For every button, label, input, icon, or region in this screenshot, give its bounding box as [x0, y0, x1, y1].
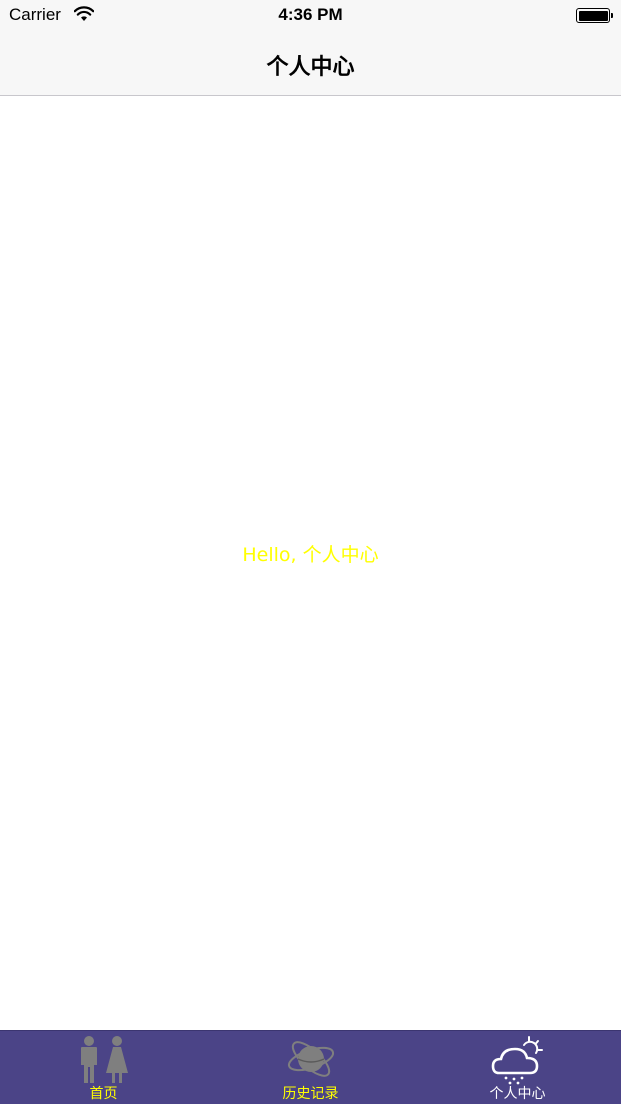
- planet-icon: [287, 1041, 334, 1077]
- greeting-label: Hello, 个人中心: [242, 544, 379, 566]
- tab-profile-label: 个人中心: [489, 1086, 546, 1102]
- clock: 4:36 PM: [278, 5, 343, 24]
- tab-history-label: 历史记录: [282, 1086, 339, 1102]
- status-bar: Carrier 4:36 PM: [0, 0, 621, 32]
- main-content: Hello, 个人中心: [0, 97, 621, 1030]
- tab-profile[interactable]: 个人中心: [414, 1031, 621, 1104]
- page-title: 个人中心: [266, 55, 355, 80]
- battery-level: [578, 10, 608, 21]
- battery-terminal: [611, 13, 613, 18]
- people-icon: [80, 1036, 128, 1083]
- navigation-bar: 个人中心: [0, 32, 621, 96]
- tab-history[interactable]: 历史记录: [207, 1031, 414, 1104]
- weather-cloud-icon: [491, 1036, 543, 1085]
- tab-bar: 首页 历史记录 个人中心: [0, 1030, 621, 1104]
- tab-home[interactable]: 首页: [0, 1031, 207, 1104]
- battery-icon: [576, 8, 610, 23]
- tab-home-label: 首页: [89, 1086, 118, 1102]
